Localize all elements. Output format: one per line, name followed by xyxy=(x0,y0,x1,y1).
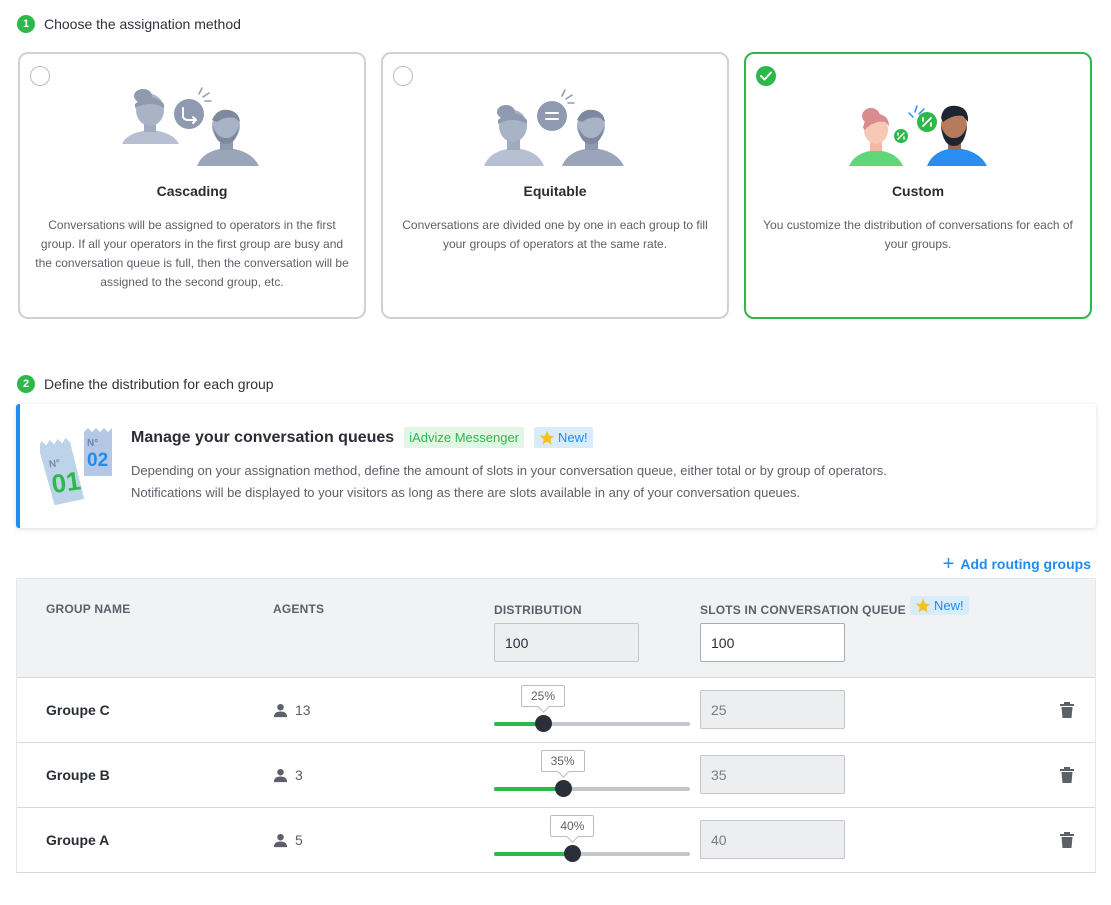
method-radio-custom[interactable] xyxy=(756,66,776,86)
trash-icon[interactable] xyxy=(1059,831,1075,849)
step-2-number: 2 xyxy=(17,375,35,393)
slider-tooltip: 25% xyxy=(521,685,565,707)
banner-title: Manage your conversation queues xyxy=(131,428,395,446)
slots-field: 35 xyxy=(700,755,845,794)
slider-fill xyxy=(494,787,563,791)
banner-description: Depending on your assignation method, de… xyxy=(131,460,887,504)
method-desc-equitable: Conversations are divided one by one in … xyxy=(402,218,708,251)
banner-line-1: Depending on your assignation method, de… xyxy=(131,463,887,478)
step-2-heading: 2 Define the distribution for each group xyxy=(17,375,274,393)
group-name: Groupe A xyxy=(46,832,110,848)
distribution-total-field: 100 xyxy=(494,623,639,662)
custom-illustration-icon xyxy=(849,105,987,166)
add-routing-groups-button[interactable]: + Add routing groups xyxy=(943,554,1091,574)
method-title-custom: Custom xyxy=(891,183,945,199)
trash-icon[interactable] xyxy=(1059,701,1075,719)
slider-handle[interactable] xyxy=(535,715,552,732)
user-icon xyxy=(273,703,288,717)
header-group-name: GROUP NAME xyxy=(46,602,131,616)
header-slots: SLOTS IN CONVERSATION QUEUE xyxy=(700,603,906,617)
star-icon xyxy=(915,598,931,613)
method-radio-equitable[interactable] xyxy=(393,66,413,86)
plus-icon: + xyxy=(942,553,955,575)
slots-new-badge: New! xyxy=(910,596,969,615)
method-desc-cascading: Conversations will be assigned to operat… xyxy=(35,218,349,289)
slots-field: 40 xyxy=(700,820,845,859)
distribution-slider[interactable]: 25% xyxy=(494,685,690,732)
group-name: Groupe C xyxy=(46,702,110,718)
table-row-groupe-a: Groupe A 5 40% 40 xyxy=(17,808,1095,873)
method-card-cascading[interactable]: Cascading Conversations will be assigned… xyxy=(18,52,366,319)
star-icon xyxy=(539,430,555,445)
conversation-queues-banner: N° 02 N° 01 Manage your conversation que… xyxy=(16,404,1096,528)
product-badge: iAdvize Messenger xyxy=(404,427,525,448)
ticket-2-no: N° xyxy=(87,438,98,449)
slots-field: 25 xyxy=(700,690,845,729)
method-title-cascading: Cascading xyxy=(156,183,228,199)
method-title-equitable: Equitable xyxy=(523,183,587,199)
queue-tickets-icon: N° 02 N° 01 xyxy=(40,428,112,506)
slider-tooltip: 40% xyxy=(550,815,595,837)
check-icon xyxy=(760,71,772,81)
routing-groups-table: GROUP NAME AGENTS DISTRIBUTION SLOTS IN … xyxy=(16,578,1096,873)
user-icon xyxy=(273,768,288,782)
slider-tooltip: 35% xyxy=(540,750,585,772)
ticket-1-number: 01 xyxy=(50,465,83,499)
agents-count-value: 3 xyxy=(295,767,303,783)
slider-fill xyxy=(494,852,573,856)
table-row-groupe-c: Groupe C 13 25% 25 xyxy=(17,678,1095,743)
method-desc-custom: You customize the distribution of conver… xyxy=(763,218,1073,251)
group-name: Groupe B xyxy=(46,767,110,783)
method-card-custom[interactable]: Custom You customize the distribution of… xyxy=(744,52,1092,319)
slider-handle[interactable] xyxy=(554,780,572,797)
equitable-illustration-icon xyxy=(484,89,624,166)
header-distribution: DISTRIBUTION xyxy=(494,603,582,617)
add-routing-groups-label: Add routing groups xyxy=(960,556,1091,572)
new-badge-label: New! xyxy=(558,430,588,445)
banner-line-2: Notifications will be displayed to your … xyxy=(131,485,801,500)
step-2-label: Define the distribution for each group xyxy=(44,376,274,392)
header-agents: AGENTS xyxy=(273,602,325,616)
slider-handle[interactable] xyxy=(564,845,582,862)
agents-count: 3 xyxy=(273,767,303,783)
distribution-slider[interactable]: 35% xyxy=(494,750,690,797)
agents-count-value: 5 xyxy=(295,832,303,848)
slots-total-input[interactable]: 100 xyxy=(700,623,845,662)
user-icon xyxy=(273,833,288,847)
banner-title-row: Manage your conversation queues iAdvize … xyxy=(131,427,593,448)
method-radio-cascading[interactable] xyxy=(30,66,50,86)
step-1-number: 1 xyxy=(17,15,35,33)
ticket-2-number: 02 xyxy=(87,450,108,471)
step-1-heading: 1 Choose the assignation method xyxy=(17,15,241,33)
table-row-groupe-b: Groupe B 3 35% 35 xyxy=(17,743,1095,808)
trash-icon[interactable] xyxy=(1059,766,1075,784)
cascading-illustration-icon xyxy=(122,87,259,166)
method-card-equitable[interactable]: Equitable Conversations are divided one … xyxy=(381,52,729,319)
distribution-slider[interactable]: 40% xyxy=(494,815,690,862)
step-1-label: Choose the assignation method xyxy=(44,16,241,32)
table-header: GROUP NAME AGENTS DISTRIBUTION SLOTS IN … xyxy=(17,579,1095,678)
agents-count-value: 13 xyxy=(295,702,311,718)
agents-count: 13 xyxy=(273,702,311,718)
new-badge: New! xyxy=(534,427,593,448)
agents-count: 5 xyxy=(273,832,303,848)
slots-new-badge-label: New! xyxy=(934,598,964,613)
